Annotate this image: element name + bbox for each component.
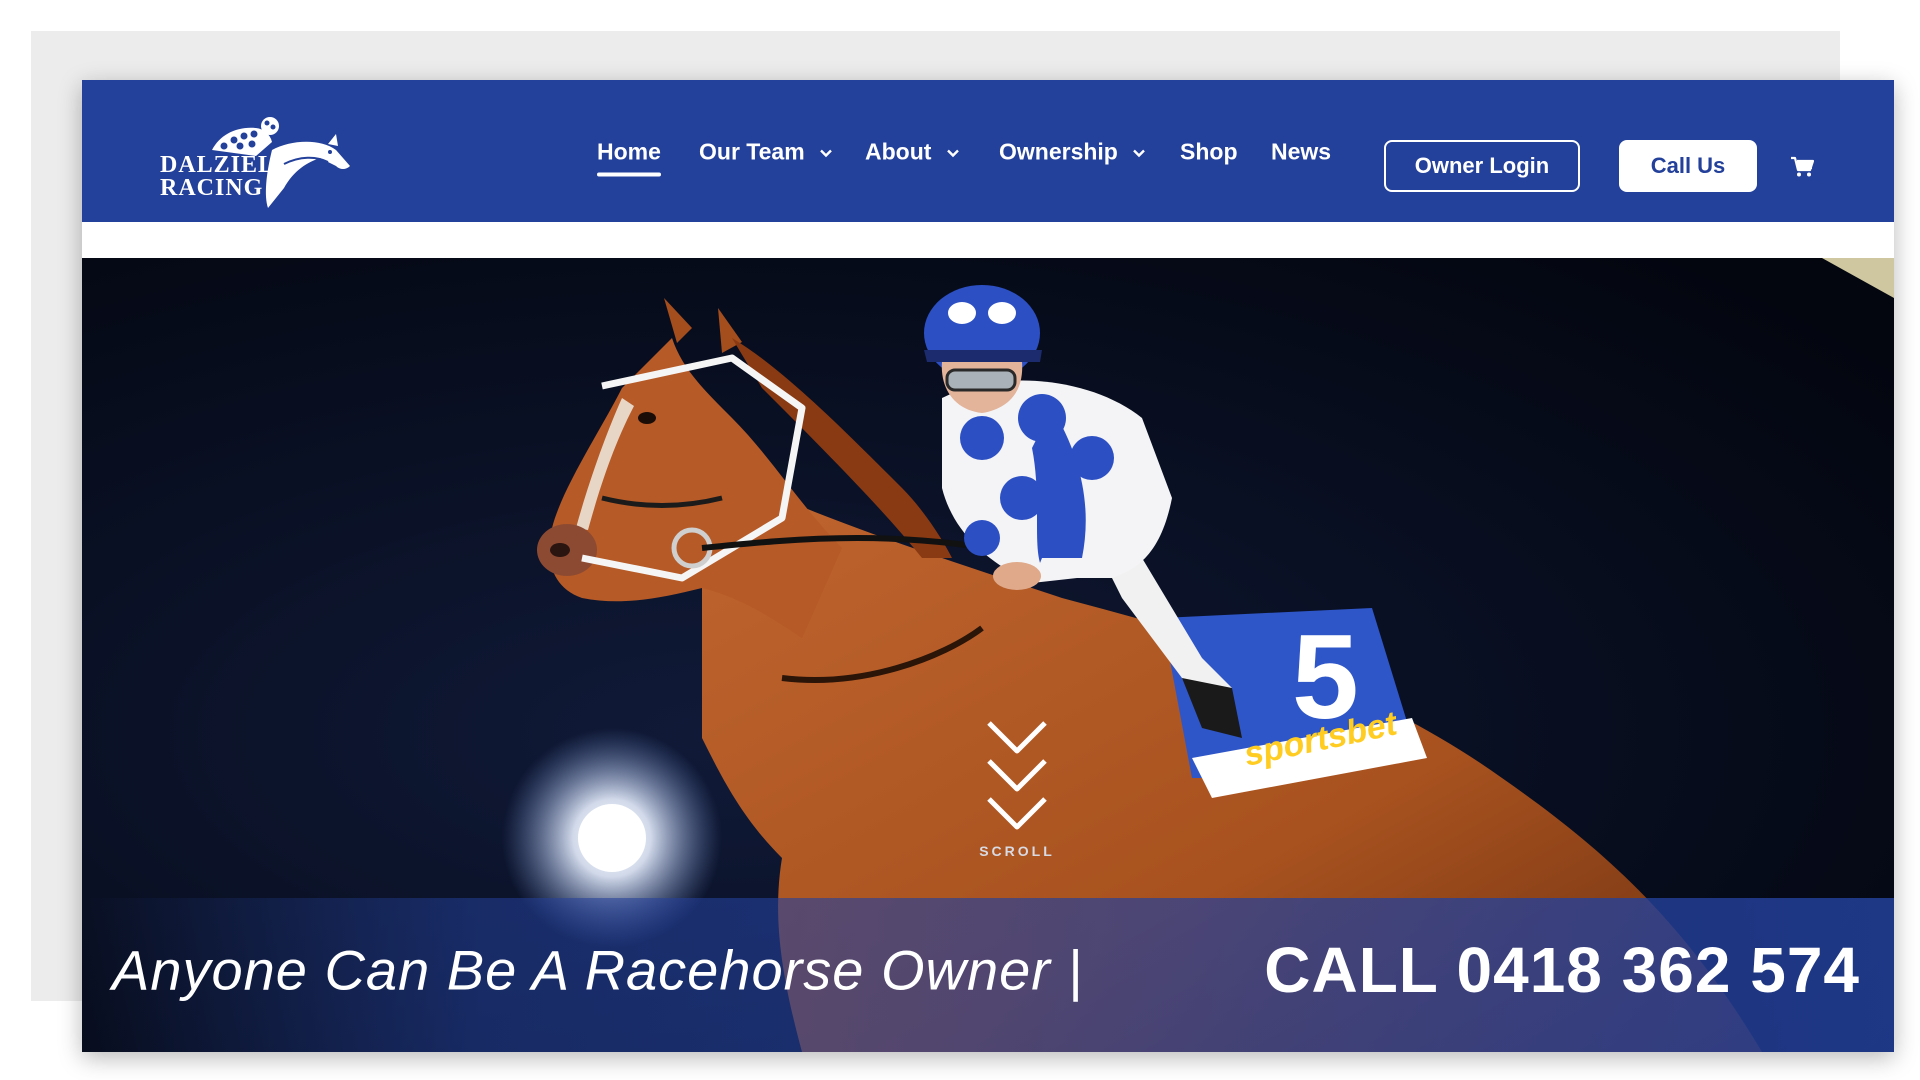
nav-item-ownership[interactable]: Ownership [999,139,1146,166]
hero-phone-cta[interactable]: CALL 0418 362 574 [1264,933,1860,1007]
nav-item-about[interactable]: About [865,139,960,166]
dalziel-racing-logo[interactable]: DALZIEL RACING [160,104,360,208]
call-us-label: Call Us [1650,153,1726,178]
call-us-button[interactable]: Call Us [1619,140,1757,192]
chevron-down-icon [1133,149,1146,158]
nav-item-home-label: Home [597,138,661,165]
nav-item-our-team[interactable]: Our Team [699,139,833,166]
nav-item-news-label: News [1271,138,1332,165]
owner-login-button[interactable]: Owner Login [1384,140,1580,192]
nav-item-news[interactable]: News [1271,139,1331,166]
active-nav-indicator [597,172,661,177]
scroll-down-indicator[interactable]: SCROLL [967,703,1067,863]
cart-icon[interactable] [1790,156,1814,178]
nav-item-ownership-label: Ownership [999,138,1118,165]
logo-wordmark-line2: RACING [160,175,264,201]
nav-item-shop-label: Shop [1180,138,1238,165]
logo-wordmark-line1: DALZIEL [160,152,276,178]
website-preview-frame: DALZIEL RACING Home Our Team About Owner… [82,80,1894,1052]
chevron-down-icon [987,721,1047,830]
nav-item-our-team-label: Our Team [699,138,805,165]
chevron-down-icon [946,149,959,158]
nav-item-home[interactable]: Home [597,138,661,177]
scroll-label: SCROLL [979,843,1055,859]
hero-section: 5 sportsbet SCROLL Anyone Can Be A Raceh… [82,258,1894,1052]
hero-tagline: Anyone Can Be A Racehorse Owner | [112,938,1083,1002]
nav-item-about-label: About [865,138,932,165]
hero-cta-banner: Anyone Can Be A Racehorse Owner | CALL 0… [82,898,1894,1052]
chevron-down-icon [820,149,832,158]
site-header: DALZIEL RACING Home Our Team About Owner… [82,80,1894,222]
owner-login-label: Owner Login [1414,153,1550,178]
nav-item-shop[interactable]: Shop [1180,139,1238,166]
